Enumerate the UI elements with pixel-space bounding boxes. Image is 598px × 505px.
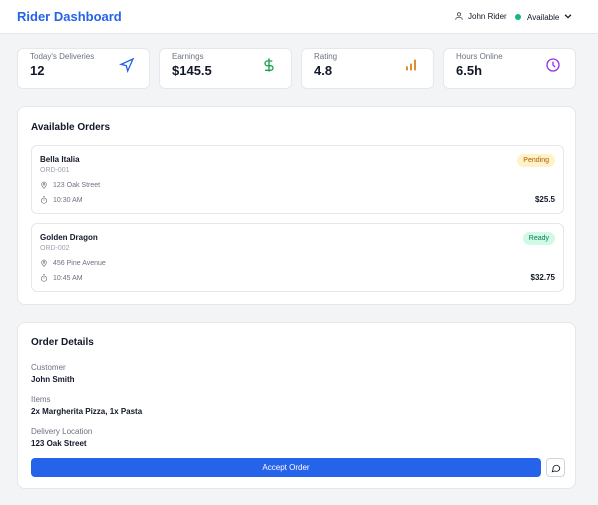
customer-label: Customer xyxy=(31,363,66,372)
stat-card-deliveries: Today's Deliveries 12 xyxy=(17,48,150,89)
top-header: Rider Dashboard John Rider Available xyxy=(0,0,598,34)
order-time: 10:45 AM xyxy=(53,274,83,282)
dollar-icon xyxy=(264,58,274,72)
message-icon xyxy=(551,464,560,472)
user-menu[interactable]: John Rider xyxy=(454,11,507,21)
order-price: $25.5 xyxy=(534,195,555,204)
user-icon xyxy=(455,12,463,20)
order-id: ORD-002 xyxy=(40,245,70,252)
stat-value: 12 xyxy=(30,63,45,78)
stat-label: Hours Online xyxy=(456,52,503,61)
chevron-down-icon[interactable] xyxy=(563,11,573,21)
accept-order-button[interactable]: Accept Order xyxy=(31,458,541,477)
stat-card-rating: Rating 4.8 xyxy=(301,48,434,89)
stat-label: Today's Deliveries xyxy=(30,52,95,61)
map-pin-icon xyxy=(41,259,47,267)
stat-value: $145.5 xyxy=(172,63,212,78)
timer-icon xyxy=(41,196,47,204)
status-indicator-dot xyxy=(515,14,521,20)
bar-chart-icon xyxy=(406,59,416,71)
order-card[interactable]: Bella Italia ORD-001 123 Oak Street 10:3… xyxy=(31,145,564,214)
location-value: 123 Oak Street xyxy=(31,439,87,448)
order-time-row: 10:45 AM xyxy=(40,274,83,282)
order-card[interactable]: Golden Dragon ORD-002 456 Pine Avenue 10… xyxy=(31,223,564,292)
timer-icon xyxy=(41,274,47,282)
stat-label: Rating xyxy=(314,52,338,61)
message-button[interactable] xyxy=(546,458,565,477)
map-pin-icon xyxy=(41,181,47,189)
customer-name: John Smith xyxy=(31,375,75,384)
order-price: $32.75 xyxy=(530,273,555,282)
restaurant-name: Bella Italia xyxy=(40,155,80,164)
order-id: ORD-001 xyxy=(40,167,70,174)
order-address: 456 Pine Avenue xyxy=(53,259,106,267)
location-label: Delivery Location xyxy=(31,427,93,436)
stat-label: Earnings xyxy=(172,52,204,61)
panel-title: Available Orders xyxy=(31,122,111,133)
items-label: Items xyxy=(31,395,51,404)
user-name: John Rider xyxy=(468,11,507,21)
stat-value: 6.5h xyxy=(456,63,483,78)
stat-card-hours: Hours Online 6.5h xyxy=(443,48,576,89)
restaurant-name: Golden Dragon xyxy=(40,233,98,242)
available-orders-panel: Available Orders Bella Italia ORD-001 12… xyxy=(17,106,576,305)
order-address: 123 Oak Street xyxy=(53,181,101,189)
order-address-row: 123 Oak Street xyxy=(40,181,100,189)
items-value: 2x Margherita Pizza, 1x Pasta xyxy=(31,407,143,416)
navigation-icon xyxy=(119,57,135,73)
order-time-row: 10:30 AM xyxy=(40,196,83,204)
status-badge: Ready xyxy=(522,232,555,245)
stat-value: 4.8 xyxy=(314,63,333,78)
status-badge: Pending xyxy=(517,154,555,167)
panel-title: Order Details xyxy=(31,337,94,348)
stat-card-earnings: Earnings $145.5 xyxy=(159,48,292,89)
app-title: Rider Dashboard xyxy=(17,9,122,24)
order-details-panel: Order Details Customer John Smith Items … xyxy=(17,322,576,489)
clock-icon xyxy=(546,58,560,72)
availability-status[interactable]: Available xyxy=(527,13,559,22)
order-time: 10:30 AM xyxy=(53,196,83,204)
order-address-row: 456 Pine Avenue xyxy=(40,259,106,267)
